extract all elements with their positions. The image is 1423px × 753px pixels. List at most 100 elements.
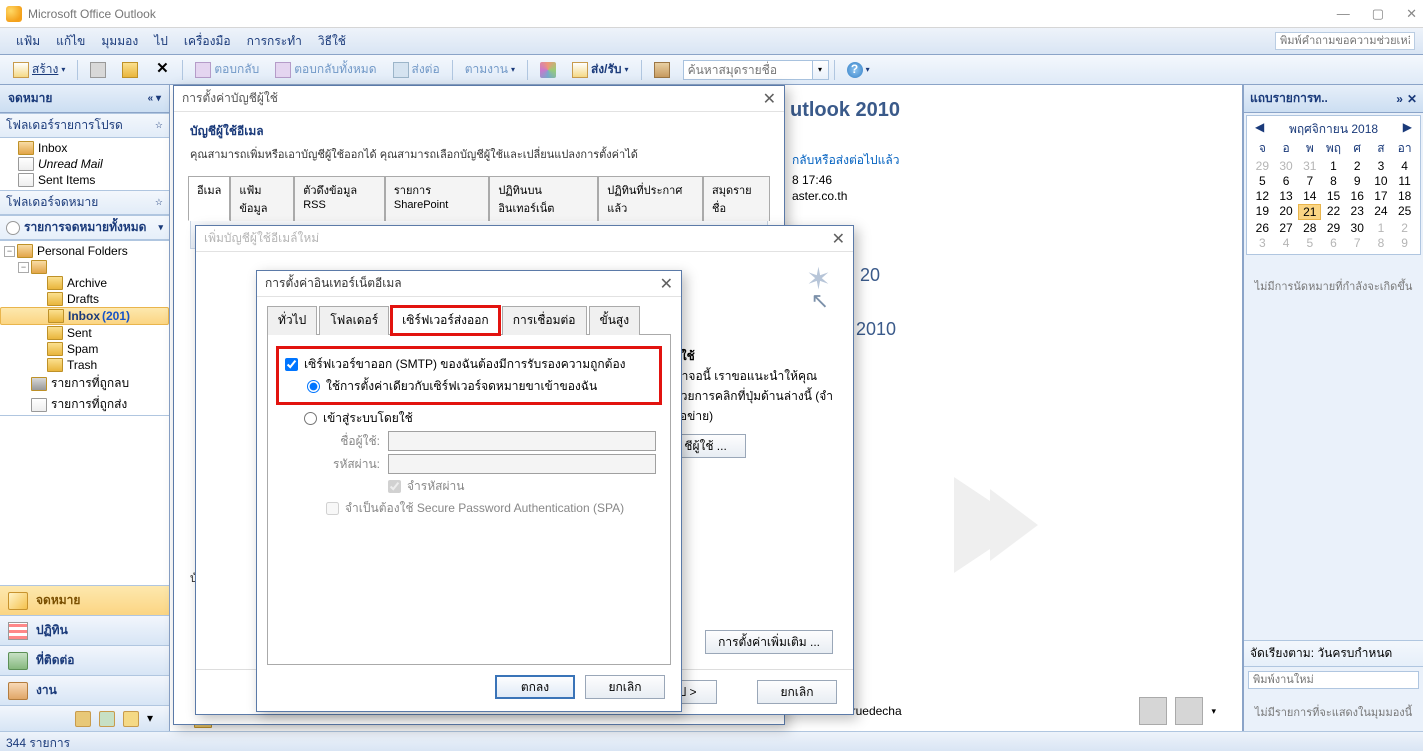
cal-day[interactable]: 25 xyxy=(1393,204,1416,220)
menu-actions[interactable]: การกระทำ xyxy=(239,29,310,54)
cal-next-button[interactable]: ▶ xyxy=(1403,120,1412,139)
more-settings-button[interactable]: การตั้งค่าเพิ่มเติม ... xyxy=(705,630,833,654)
fav-inbox[interactable]: Inbox xyxy=(0,140,169,156)
tab-internet-cal[interactable]: ปฏิทินบนอินเทอร์เน็ต xyxy=(489,176,598,221)
cal-day[interactable]: 6 xyxy=(1322,236,1345,250)
window-close-button[interactable]: ✕ xyxy=(1406,6,1417,22)
cal-day[interactable]: 8 xyxy=(1370,236,1393,250)
help-button[interactable]: ? ▾ xyxy=(840,59,877,81)
tree-drafts[interactable]: Drafts xyxy=(0,291,169,307)
delete-button[interactable]: ✕ xyxy=(147,59,177,81)
cal-prev-button[interactable]: ◀ xyxy=(1255,120,1264,139)
use-same-settings-radio[interactable]: ใช้การตั้งค่าเดียวกับเซิร์ฟเวอร์จดหมายขา… xyxy=(307,377,653,396)
cal-day[interactable]: 11 xyxy=(1393,174,1416,188)
tree-spam[interactable]: Spam xyxy=(0,341,169,357)
menu-tools[interactable]: เครื่องมือ xyxy=(176,29,239,54)
todo-close-button[interactable]: ✕ xyxy=(1407,92,1417,106)
window-maximize-button[interactable]: ▢ xyxy=(1372,6,1384,22)
tab-folders[interactable]: โฟลเดอร์ xyxy=(319,306,389,335)
tab-sharepoint[interactable]: รายการ SharePoint xyxy=(385,176,489,221)
cal-day[interactable]: 3 xyxy=(1370,159,1393,173)
cal-day[interactable]: 28 xyxy=(1298,221,1321,235)
cal-day[interactable]: 22 xyxy=(1322,204,1345,220)
nav-configure-icon[interactable]: ▾ xyxy=(147,711,163,727)
menu-file[interactable]: แฟ้ม xyxy=(8,29,48,54)
search-addressbook-input[interactable] xyxy=(683,60,813,80)
tab-datafiles[interactable]: แฟ้มข้อมูล xyxy=(230,176,294,221)
nav-folder-list-icon[interactable] xyxy=(123,711,139,727)
cancel-button[interactable]: ยกเลิก xyxy=(757,680,837,704)
cal-day[interactable]: 20 xyxy=(1275,204,1298,220)
smtp-requires-auth-checkbox[interactable]: เซิร์ฟเวอร์ขาออก (SMTP) ของฉันต้องมีการร… xyxy=(285,355,653,374)
tab-general[interactable]: ทั่วไป xyxy=(267,306,317,335)
move-button[interactable] xyxy=(115,59,145,81)
cal-day[interactable]: 19 xyxy=(1251,204,1274,220)
cal-day[interactable]: 4 xyxy=(1275,236,1298,250)
search-dropdown-button[interactable]: ▾ xyxy=(813,60,829,80)
ok-button[interactable]: ตกลง xyxy=(495,675,575,699)
cal-day[interactable]: 23 xyxy=(1346,204,1369,220)
tab-rss[interactable]: ตัวดึงข้อมูล RSS xyxy=(294,176,385,221)
date-navigator[interactable]: ◀พฤศจิกายน 2018▶ จอพพฤศสอา29303112345678… xyxy=(1246,115,1421,255)
cal-day[interactable]: 29 xyxy=(1251,159,1274,173)
cal-day[interactable]: 8 xyxy=(1322,174,1345,188)
dlg-inet-close-button[interactable]: ✕ xyxy=(660,274,673,294)
nav-contacts-button[interactable]: ที่ติดต่อ xyxy=(0,645,169,675)
sendreceive-button[interactable]: ส่ง/รับ ▾ xyxy=(565,57,636,82)
categorize-button[interactable] xyxy=(533,59,563,81)
cal-day[interactable]: 7 xyxy=(1346,236,1369,250)
tab-outgoing-server[interactable]: เซิร์ฟเวอร์ส่งออก xyxy=(391,306,500,335)
addressbook-button[interactable] xyxy=(647,59,677,81)
tab-advanced[interactable]: ขั้นสูง xyxy=(589,306,641,335)
fav-sent[interactable]: Sent Items xyxy=(0,172,169,188)
tree-archive[interactable]: Archive xyxy=(0,275,169,291)
cal-day[interactable]: 14 xyxy=(1298,189,1321,203)
cal-day[interactable]: 2 xyxy=(1346,159,1369,173)
cal-day[interactable]: 10 xyxy=(1370,174,1393,188)
cal-day[interactable]: 5 xyxy=(1298,236,1321,250)
cal-day[interactable]: 13 xyxy=(1275,189,1298,203)
reply-all-button[interactable]: ตอบกลับทั้งหมด xyxy=(268,57,383,82)
tree-deleted[interactable]: รายการที่ถูกลบ xyxy=(0,373,169,394)
new-button[interactable]: สร้าง ▾ xyxy=(6,57,72,82)
window-minimize-button[interactable]: — xyxy=(1337,6,1350,22)
nav-notes-icon[interactable] xyxy=(99,711,115,727)
print-button[interactable] xyxy=(83,59,113,81)
dlg-account-close-button[interactable]: ✕ xyxy=(763,89,776,109)
menu-go[interactable]: ไป xyxy=(146,29,176,54)
cal-day[interactable]: 4 xyxy=(1393,159,1416,173)
menu-edit[interactable]: แก้ไข xyxy=(48,29,93,54)
tree-inbox[interactable]: Inbox (201) xyxy=(0,307,169,325)
tree-personal-folders[interactable]: −Personal Folders xyxy=(0,243,169,259)
cal-day[interactable]: 30 xyxy=(1275,159,1298,173)
fav-unread[interactable]: Unread Mail xyxy=(0,156,169,172)
cal-day[interactable]: 3 xyxy=(1251,236,1274,250)
nav-tasks-button[interactable]: งาน xyxy=(0,675,169,705)
nav-shortcut-icon[interactable] xyxy=(75,711,91,727)
todo-collapse-button[interactable]: » xyxy=(1396,92,1403,106)
new-task-input[interactable] xyxy=(1248,671,1419,689)
tab-connection[interactable]: การเชื่อมต่อ xyxy=(502,306,587,335)
cal-day[interactable]: 29 xyxy=(1322,221,1345,235)
menu-help[interactable]: วิธีใช้ xyxy=(310,29,354,54)
nav-calendar-button[interactable]: ปฏิทิน xyxy=(0,615,169,645)
cal-day[interactable]: 1 xyxy=(1370,221,1393,235)
cal-day[interactable]: 5 xyxy=(1251,174,1274,188)
menu-view[interactable]: มุมมอง xyxy=(93,29,146,54)
followup-button[interactable]: ตามงาน ▾ xyxy=(458,57,522,82)
cal-day[interactable]: 12 xyxy=(1251,189,1274,203)
dlg-add-close-button[interactable]: ✕ xyxy=(832,229,845,249)
cal-day[interactable]: 1 xyxy=(1322,159,1345,173)
cal-day[interactable]: 16 xyxy=(1346,189,1369,203)
logon-using-radio[interactable]: เข้าสู่ระบบโดยใช้ xyxy=(304,409,656,428)
cal-day[interactable]: 15 xyxy=(1322,189,1345,203)
tree-account[interactable]: − xyxy=(0,259,169,275)
forward-button[interactable]: ส่งต่อ xyxy=(386,57,447,82)
reply-button[interactable]: ตอบกลับ xyxy=(188,57,266,82)
cal-day[interactable]: 2 xyxy=(1393,221,1416,235)
cal-day[interactable]: 21 xyxy=(1298,204,1321,220)
cal-day[interactable]: 18 xyxy=(1393,189,1416,203)
arrange-by-header[interactable]: จัดเรียงตาม: วันครบกำหนด xyxy=(1244,640,1423,667)
all-mail-items[interactable]: รายการจดหมายทั้งหมด▾ xyxy=(0,215,169,240)
cal-day[interactable]: 30 xyxy=(1346,221,1369,235)
